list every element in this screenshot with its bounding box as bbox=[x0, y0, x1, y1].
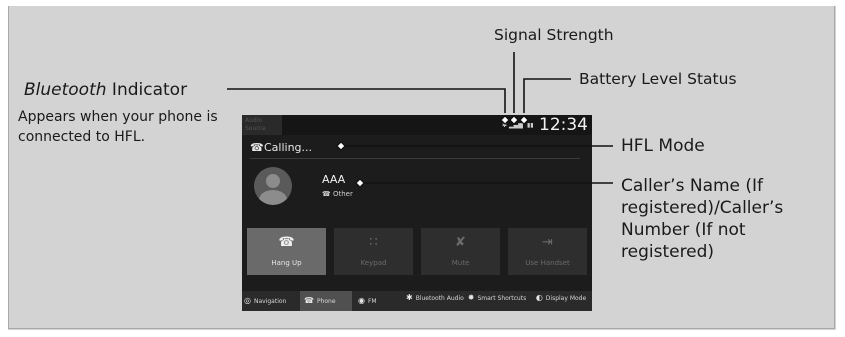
signal-leader-diamond bbox=[509, 115, 519, 125]
diagram-stage: Signal Strength Battery Level Status Blu… bbox=[0, 0, 845, 337]
battery-leader-line bbox=[523, 78, 571, 113]
bluetooth-leader-diamond bbox=[500, 115, 510, 125]
callout-lines bbox=[227, 52, 613, 188]
battery-leader-diamond bbox=[519, 115, 529, 125]
bluetooth-leader-line bbox=[227, 88, 506, 113]
caller-leader-diamond bbox=[355, 178, 365, 188]
hfl-leader-diamond bbox=[336, 141, 346, 151]
